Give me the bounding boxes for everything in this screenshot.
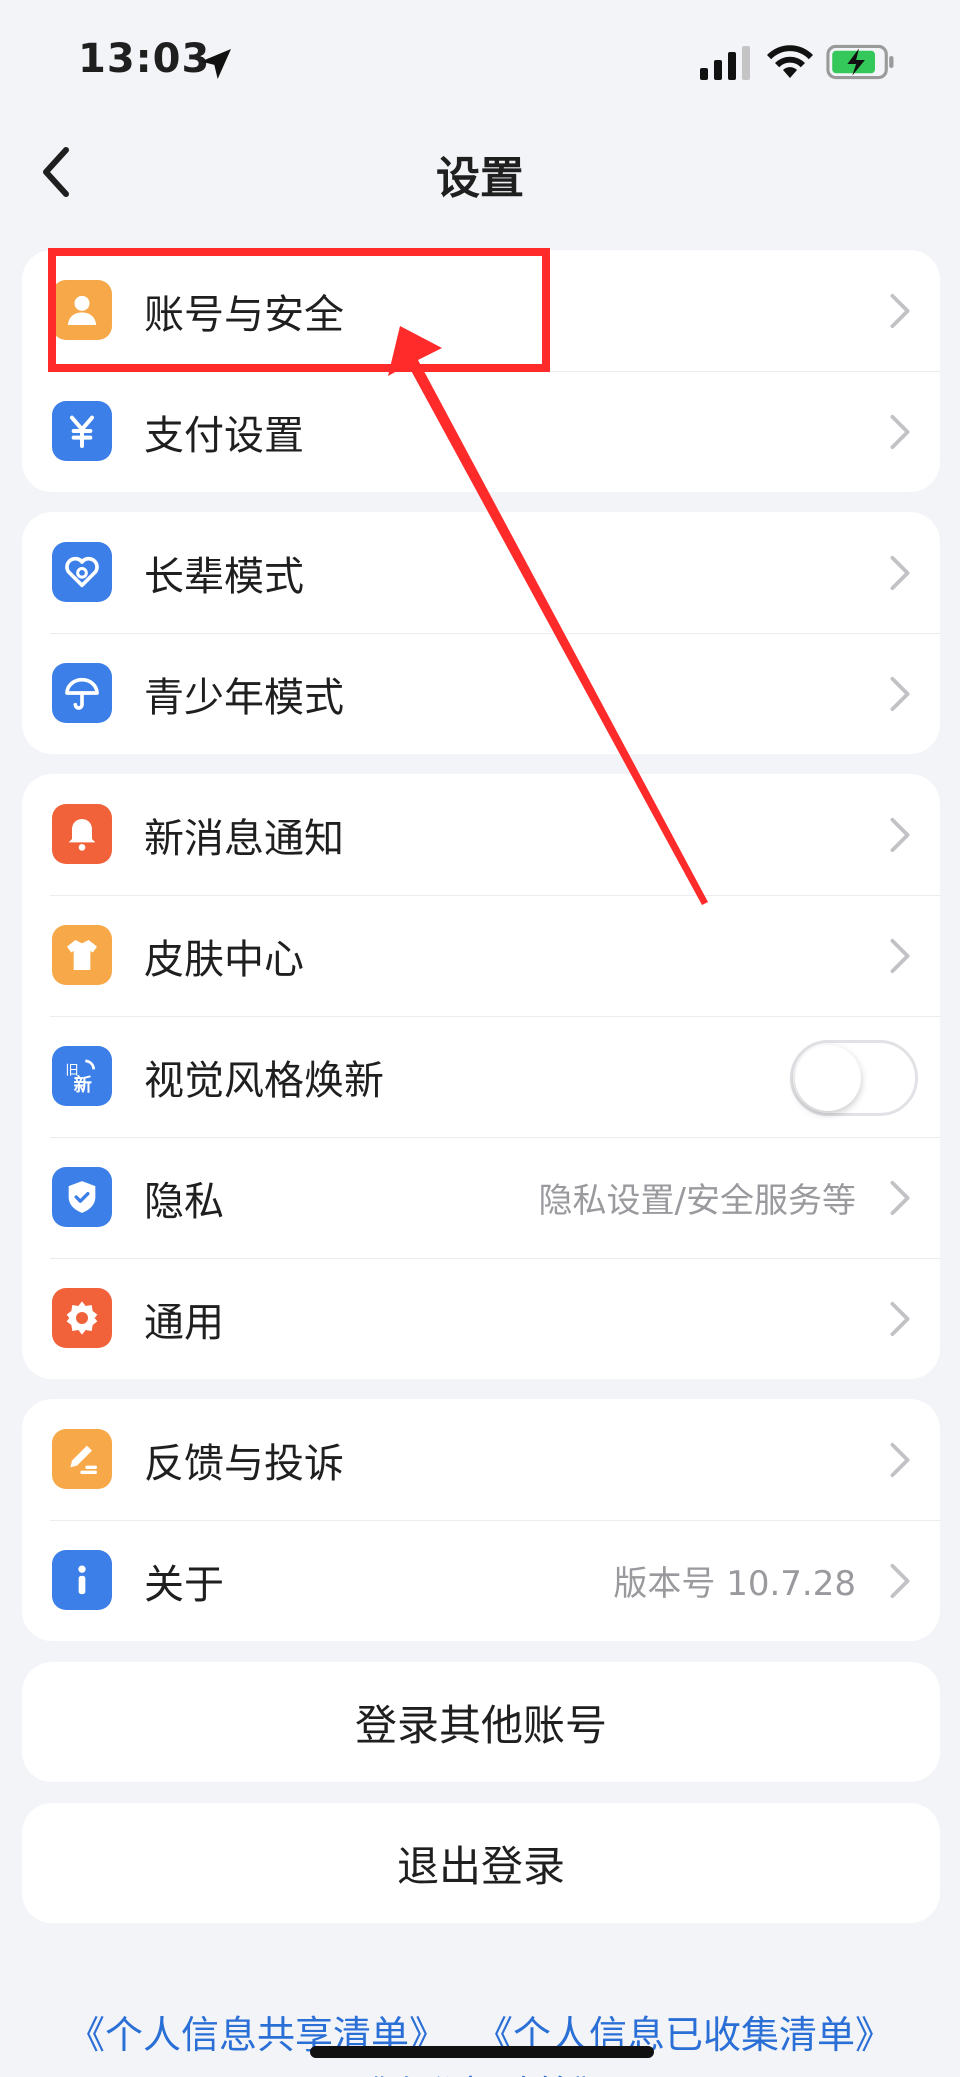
battery-charging-icon <box>826 44 894 80</box>
gear-icon <box>52 1288 112 1348</box>
chevron-right-icon <box>890 414 910 450</box>
chevron-right-icon <box>890 1301 910 1337</box>
row-value: 版本号 10.7.28 <box>613 1564 856 1604</box>
yuan-icon <box>52 401 112 461</box>
logout-button[interactable]: 退出登录 <box>22 1803 940 1923</box>
chevron-right-icon <box>890 293 910 329</box>
row-youth-mode[interactable]: 青少年模式 <box>22 633 940 754</box>
svg-text:新: 新 <box>74 1074 92 1096</box>
chevron-right-icon <box>890 1563 910 1599</box>
signal-icon <box>700 46 750 80</box>
info-icon <box>52 1550 112 1610</box>
bell-icon <box>52 804 112 864</box>
row-general[interactable]: 通用 <box>22 1258 940 1379</box>
row-label: 长辈模式 <box>144 553 304 600</box>
row-label: 支付设置 <box>144 412 304 459</box>
settings-group-support: 反馈与投诉 关于 版本号 10.7.28 <box>22 1399 940 1641</box>
row-label: 通用 <box>144 1299 224 1346</box>
chevron-right-icon <box>890 1442 910 1478</box>
privacy-policy-link[interactable]: 《隐私权政策》 <box>0 2064 960 2077</box>
nav-bar: 设置 <box>0 120 960 220</box>
switch-account-button[interactable]: 登录其他账号 <box>22 1662 940 1782</box>
row-label: 隐私 <box>144 1178 224 1225</box>
heart-icon <box>52 542 112 602</box>
row-label: 皮肤中心 <box>144 936 304 983</box>
row-value: 隐私设置/安全服务等 <box>538 1181 856 1221</box>
row-feedback[interactable]: 反馈与投诉 <box>22 1399 940 1520</box>
row-elder-mode[interactable]: 长辈模式 <box>22 512 940 633</box>
chevron-right-icon <box>890 1180 910 1216</box>
row-label: 账号与安全 <box>144 291 344 338</box>
shield-icon <box>52 1167 112 1227</box>
settings-group-account: 账号与安全 支付设置 <box>22 250 940 492</box>
home-indicator <box>310 2046 654 2058</box>
row-account-security[interactable]: 账号与安全 <box>22 250 940 371</box>
status-bar: 13:03 <box>0 0 960 120</box>
user-icon <box>52 280 112 340</box>
page-title: 设置 <box>436 153 524 204</box>
settings-group-modes: 长辈模式 青少年模式 <box>22 512 940 754</box>
umbrella-icon <box>52 663 112 723</box>
chevron-right-icon <box>890 938 910 974</box>
row-label: 关于 <box>144 1561 224 1608</box>
location-arrow-icon <box>201 49 231 79</box>
row-label: 反馈与投诉 <box>144 1440 344 1487</box>
row-about[interactable]: 关于 版本号 10.7.28 <box>22 1520 940 1641</box>
row-payment-settings[interactable]: 支付设置 <box>22 371 940 492</box>
status-time: 13:03 <box>78 36 211 82</box>
new-style-icon: 旧新 <box>52 1046 112 1106</box>
row-privacy[interactable]: 隐私 隐私设置/安全服务等 <box>22 1137 940 1258</box>
shirt-icon <box>52 925 112 985</box>
edit-icon <box>52 1429 112 1489</box>
settings-group-preferences: 新消息通知 皮肤中心 旧新 视觉风格焕新 隐私 隐私设置/安全服务等 通用 <box>22 774 940 1379</box>
chevron-right-icon <box>890 555 910 591</box>
row-visual-style: 旧新 视觉风格焕新 <box>22 1016 940 1137</box>
wifi-icon <box>767 45 813 78</box>
row-label: 青少年模式 <box>144 674 344 721</box>
visual-style-toggle[interactable] <box>790 1040 918 1116</box>
toggle-knob <box>795 1045 861 1111</box>
chevron-right-icon <box>890 817 910 853</box>
row-label: 视觉风格焕新 <box>144 1057 384 1104</box>
chevron-right-icon <box>890 676 910 712</box>
row-notifications[interactable]: 新消息通知 <box>22 774 940 895</box>
row-skin-center[interactable]: 皮肤中心 <box>22 895 940 1016</box>
row-label: 新消息通知 <box>144 815 344 862</box>
